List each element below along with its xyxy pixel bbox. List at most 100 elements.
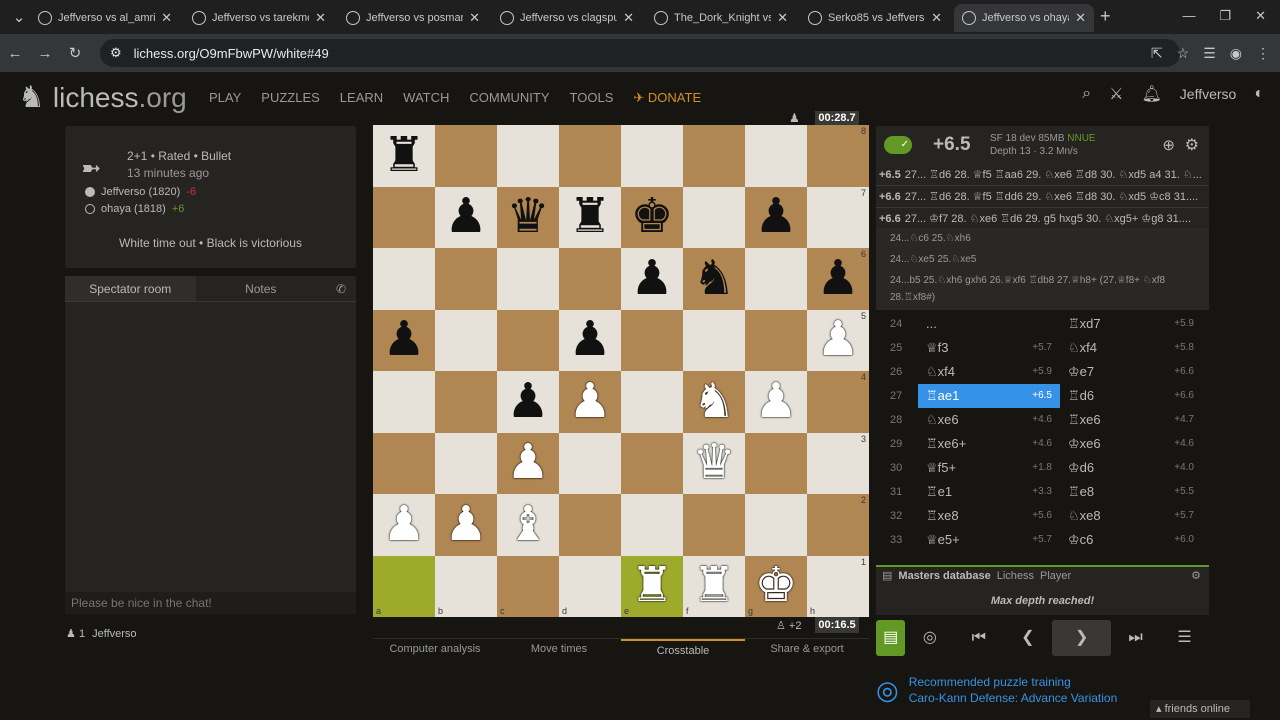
target-icon[interactable]: ⊕ [1162, 136, 1175, 154]
board-square[interactable] [683, 494, 745, 556]
nav-puzzles[interactable]: PUZZLES [261, 90, 320, 106]
variation-line[interactable]: 24...b5 25.♘xh6 gxh6 26.♕xf6 ♖db8 27.♕h8… [890, 270, 1195, 291]
pv-moves[interactable]: 27... ♖d6 28. ♕f5 ♖aa6 29. ♘xe6 ♖d8 30. … [905, 169, 1202, 181]
board-square[interactable]: d [559, 555, 621, 617]
last-move-icon[interactable]: ⏭ [1111, 620, 1160, 656]
board-square[interactable]: 7 [807, 186, 869, 248]
white-move[interactable]: ♕f5+ +1.8 [918, 456, 1060, 480]
board-square[interactable]: ♞ [683, 248, 745, 310]
board-square[interactable]: ♛ [497, 186, 559, 248]
black-player[interactable]: ohaya (1818) +6 [85, 203, 184, 215]
reload-icon[interactable]: ↻ [60, 44, 90, 62]
board-square[interactable]: ♟ 5 [807, 309, 869, 371]
puzzle-line2[interactable]: Caro-Kann Defense: Advance Variation [909, 690, 1118, 706]
black-move[interactable]: ♖xe6 +4.7 [1060, 408, 1202, 432]
browser-tab[interactable]: Jeffverso vs tarekmo... ✕ [184, 4, 334, 32]
white-move[interactable]: ♖ae1 +6.5 [918, 384, 1060, 408]
board-square[interactable] [559, 432, 621, 494]
friends-online-box[interactable]: ▴ friends online [1150, 700, 1250, 718]
board-square[interactable] [621, 371, 683, 433]
variation-line[interactable]: 24...♘c6 25.♘xh6 [890, 228, 1195, 249]
board-square[interactable]: ♜ [559, 186, 621, 248]
browser-tab[interactable]: The_Dork_Knight vs J... ✕ [646, 4, 796, 32]
board-square[interactable]: ♟ [621, 248, 683, 310]
white-pawn[interactable]: ♟ [568, 377, 611, 426]
search-icon[interactable]: ⌕ [1082, 85, 1091, 103]
board-square[interactable]: ♟ [559, 309, 621, 371]
white-move[interactable]: ... [918, 312, 1060, 336]
engine-toggle[interactable]: ✓ [884, 136, 912, 154]
black-pawn[interactable]: ♟ [444, 193, 487, 241]
board-square[interactable]: ♟ [745, 186, 807, 248]
board-square[interactable]: ♛ [683, 432, 745, 494]
white-pawn[interactable]: ♟ [816, 316, 859, 364]
board-square[interactable] [745, 125, 807, 187]
white-rook[interactable]: ♜ [692, 562, 735, 610]
board-square[interactable]: 3 [807, 432, 869, 494]
board-square[interactable]: ♟ [373, 494, 435, 556]
analysis-icon[interactable]: ◎ [905, 620, 954, 656]
chat-input[interactable] [65, 592, 356, 614]
close-tab-icon[interactable]: ✕ [777, 10, 788, 26]
black-pawn[interactable]: ♟ [568, 316, 611, 364]
white-pawn[interactable]: ♟ [382, 500, 425, 549]
board-square[interactable] [435, 432, 497, 494]
board-square[interactable]: ♝ [497, 494, 559, 556]
white-queen[interactable]: ♛ [692, 439, 735, 487]
board-square[interactable]: ♟ [559, 371, 621, 433]
close-tab-icon[interactable]: ✕ [315, 10, 326, 26]
new-tab-button[interactable]: + [1100, 6, 1111, 27]
white-move[interactable]: ♖xe8 +5.6 [918, 504, 1060, 528]
phone-icon[interactable]: ✆ [326, 276, 356, 301]
board-square[interactable] [621, 309, 683, 371]
board-square[interactable]: ♜ [373, 125, 435, 187]
pv-line[interactable]: +6.6 27... ♔f7 28. ♘xe6 ♖d6 29. g5 hxg5 3… [876, 208, 1209, 230]
board-square[interactable] [745, 248, 807, 310]
first-move-icon[interactable]: ⏮ [954, 620, 1003, 656]
board-square[interactable]: 4 [807, 371, 869, 433]
board-square[interactable]: ♜ e [621, 555, 683, 617]
board-square[interactable] [683, 125, 745, 187]
board-square[interactable] [621, 494, 683, 556]
close-tab-icon[interactable]: ✕ [931, 10, 942, 26]
white-move[interactable]: ♖xe6+ +4.6 [918, 432, 1060, 456]
nav-tools[interactable]: TOOLS [570, 90, 614, 106]
variation-line[interactable]: 24...♘xe5 25.♘xe5 [890, 249, 1195, 270]
nav-watch[interactable]: WATCH [403, 90, 449, 106]
board-square[interactable] [373, 371, 435, 433]
black-queen[interactable]: ♛ [506, 193, 549, 241]
restore-icon[interactable]: ❐ [1219, 8, 1231, 24]
black-player-name[interactable]: ohaya (1818) [101, 203, 166, 215]
board-square[interactable]: ♟ 6 [807, 248, 869, 310]
forward-icon[interactable]: → [30, 45, 60, 62]
board-square[interactable] [435, 248, 497, 310]
white-pawn[interactable]: ♟ [506, 439, 549, 487]
board-square[interactable]: ♚ [621, 186, 683, 248]
site-info-icon[interactable]: ⚙ [110, 45, 122, 61]
board-square[interactable] [373, 432, 435, 494]
white-rook[interactable]: ♜ [630, 562, 673, 610]
browser-tab[interactable]: Jeffverso vs ohaya... ✕ [954, 4, 1094, 32]
pv-line[interactable]: +6.5 27... ♖d6 28. ♕f5 ♖aa6 29. ♘xe6 ♖d8 … [876, 164, 1209, 186]
black-pawn[interactable]: ♟ [506, 377, 549, 426]
board-square[interactable] [497, 125, 559, 187]
extensions-icon[interactable]: ☰ [1203, 45, 1216, 62]
tab-crosstable[interactable]: Crosstable [621, 639, 745, 657]
board-square[interactable] [621, 432, 683, 494]
board-square[interactable]: ♟ [435, 186, 497, 248]
white-knight[interactable]: ♞ [692, 377, 735, 426]
board-square[interactable] [621, 125, 683, 187]
white-move[interactable]: ♖e1 +3.3 [918, 480, 1060, 504]
black-pawn[interactable]: ♟ [816, 254, 859, 303]
white-pawn[interactable]: ♟ [754, 377, 797, 426]
board-square[interactable]: c [497, 555, 559, 617]
board-square[interactable] [373, 186, 435, 248]
tab-notes[interactable]: Notes [196, 276, 327, 301]
black-move[interactable]: ♔xe6 +4.6 [1060, 432, 1202, 456]
board-square[interactable]: 2 [807, 494, 869, 556]
puzzle-line1[interactable]: Recommended puzzle training [909, 674, 1118, 690]
notification-bell-icon[interactable]: 🔔︎ [1141, 84, 1161, 104]
board-square[interactable]: 1h [807, 555, 869, 617]
settings-gear-icon[interactable]: ⚙ [1185, 135, 1199, 155]
url-field[interactable]: ⚙ lichess.org/O9mFbwPW/white#49 [100, 39, 1180, 67]
